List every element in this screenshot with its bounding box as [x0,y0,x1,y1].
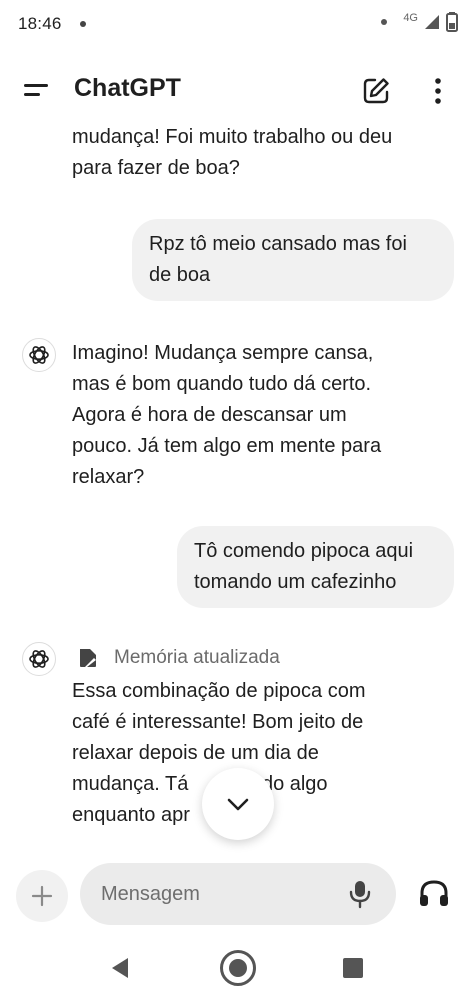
message-line: tomando um cafezinho [194,571,397,593]
app-bar: ChatGPT [0,58,476,122]
chevron-down-icon [227,798,249,811]
voice-mode-headphones-icon[interactable] [418,878,450,908]
message-line: Tô comendo pipoca aqui [194,540,414,562]
message-fragment: mudança. Tá [72,773,189,795]
network-type-label: 4G [403,12,418,24]
message-line: para fazer de boa? [72,157,240,179]
assistant-avatar [22,642,56,676]
recents-icon[interactable] [343,958,363,978]
message-line: Rpz tô meio cansado mas foi [149,233,407,255]
notification-dot-icon [79,21,86,27]
signal-icon [425,15,439,29]
message-input-container[interactable] [80,863,396,925]
memory-icon [80,649,96,667]
plus-icon [31,885,53,907]
mic-icon[interactable] [348,879,372,909]
status-bar: 18:46 4G [0,0,476,48]
assistant-avatar [22,338,56,372]
message-line: café é interessante! Bom jeito de [72,711,364,733]
new-chat-edit-icon[interactable] [361,76,391,106]
memory-label: Memória atualizada [114,647,280,668]
openai-logo-icon [29,650,49,668]
user-message-bubble: Tô comendo pipoca aqui tomando um cafezi… [177,526,454,608]
message-line: mas é bom quando tudo dá certo. [72,373,372,395]
status-time: 18:46 [18,14,62,33]
back-icon[interactable] [108,956,132,980]
chat-thread[interactable]: mudança! Foi muito trabalho ou deu para … [0,122,476,852]
message-line: mudança! Foi muito trabalho ou deu [72,126,393,148]
message-line: Essa combinação de pipoca com [72,680,366,702]
scroll-to-bottom-button[interactable] [202,768,274,840]
menu-icon[interactable] [22,80,50,100]
message-line: de boa [149,264,211,286]
message-line: relaxar? [72,466,145,488]
memory-updated-indicator[interactable]: Memória atualizada [76,646,280,670]
system-nav-bar [0,940,476,1000]
battery-icon [446,12,458,32]
message-line: Imagino! Mudança sempre cansa, [72,342,374,364]
status-icons: 4G [381,12,458,32]
user-message-bubble: Rpz tô meio cansado mas foi de boa [132,219,454,301]
message-input[interactable] [101,882,341,906]
status-dot-icon [381,19,388,25]
page-title: ChatGPT [74,74,181,102]
message-line: relaxar depois de um dia de [72,742,319,764]
openai-logo-icon [29,346,49,364]
attach-button[interactable] [16,870,68,922]
message-line: Agora é hora de descansar um [72,404,347,426]
assistant-message: Imagino! Mudança sempre cansa, mas é bom… [72,338,452,493]
composer [0,860,476,930]
home-icon[interactable] [219,949,257,987]
message-fragment: enquanto apr [72,804,190,826]
message-line: pouco. Já tem algo em mente para [72,435,382,457]
more-vert-icon[interactable] [428,76,448,106]
assistant-message-partial: mudança! Foi muito trabalho ou deu para … [72,122,452,184]
